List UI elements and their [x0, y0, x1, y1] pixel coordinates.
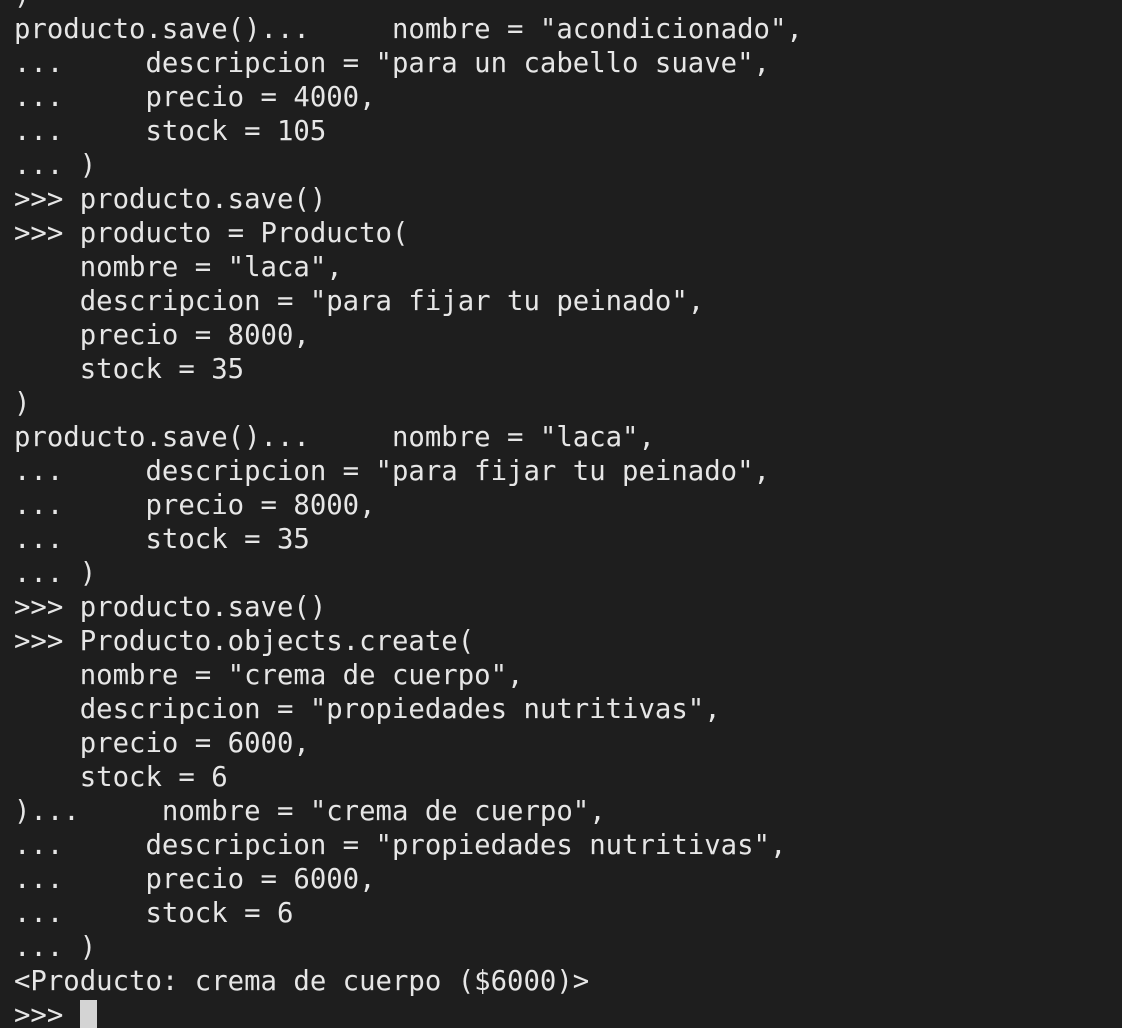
- terminal-line: >>> Producto.objects.create(: [14, 626, 475, 657]
- terminal-line: descripcion = "para fijar tu peinado",: [14, 286, 705, 317]
- terminal-line: nombre = "laca",: [14, 252, 343, 283]
- terminal-line: >>> producto.save(): [14, 184, 327, 215]
- terminal-line: ... ): [14, 558, 97, 589]
- terminal-line: ): [14, 388, 31, 419]
- terminal-line: ... ): [14, 932, 97, 963]
- terminal-line: ... descripcion = "para un cabello suave…: [14, 48, 770, 79]
- terminal-line: precio = 8000,: [14, 320, 310, 351]
- terminal-line: producto.save()... nombre = "acondiciona…: [14, 14, 803, 45]
- terminal-line: producto.save()... nombre = "laca",: [14, 422, 655, 453]
- terminal-line: ... descripcion = "propiedades nutritiva…: [14, 830, 787, 861]
- text-cursor[interactable]: [79, 1000, 97, 1028]
- terminal-line: >>> producto = Producto(: [14, 218, 409, 249]
- terminal-line: ... precio = 6000,: [14, 864, 376, 895]
- terminal-line: stock = 6: [14, 762, 228, 793]
- terminal-output: ) producto.save()... nombre = "acondicio…: [14, 0, 803, 1028]
- terminal-line: ... stock = 105: [14, 116, 327, 147]
- terminal-line: ... stock = 6: [14, 898, 294, 929]
- terminal-line: stock = 35: [14, 354, 245, 385]
- terminal-line: precio = 6000,: [14, 728, 310, 759]
- terminal-line: ... descripcion = "para fijar tu peinado…: [14, 456, 770, 487]
- terminal-line: ): [14, 0, 803, 13]
- terminal-line: <Producto: crema de cuerpo ($6000)>: [14, 966, 590, 997]
- terminal-line: ... ): [14, 150, 97, 181]
- terminal-prompt: >>>: [14, 1000, 80, 1028]
- terminal-input-line[interactable]: >>>: [14, 999, 803, 1028]
- terminal-line: ... precio = 4000,: [14, 82, 376, 113]
- terminal-line: nombre = "crema de cuerpo",: [14, 660, 524, 691]
- terminal-window[interactable]: ) producto.save()... nombre = "acondicio…: [0, 0, 1122, 1028]
- terminal-line: ... stock = 35: [14, 524, 310, 555]
- terminal-line: )... nombre = "crema de cuerpo",: [14, 796, 606, 827]
- terminal-line: descripcion = "propiedades nutritivas",: [14, 694, 721, 725]
- terminal-line: ... precio = 8000,: [14, 490, 376, 521]
- terminal-line: >>> producto.save(): [14, 592, 327, 623]
